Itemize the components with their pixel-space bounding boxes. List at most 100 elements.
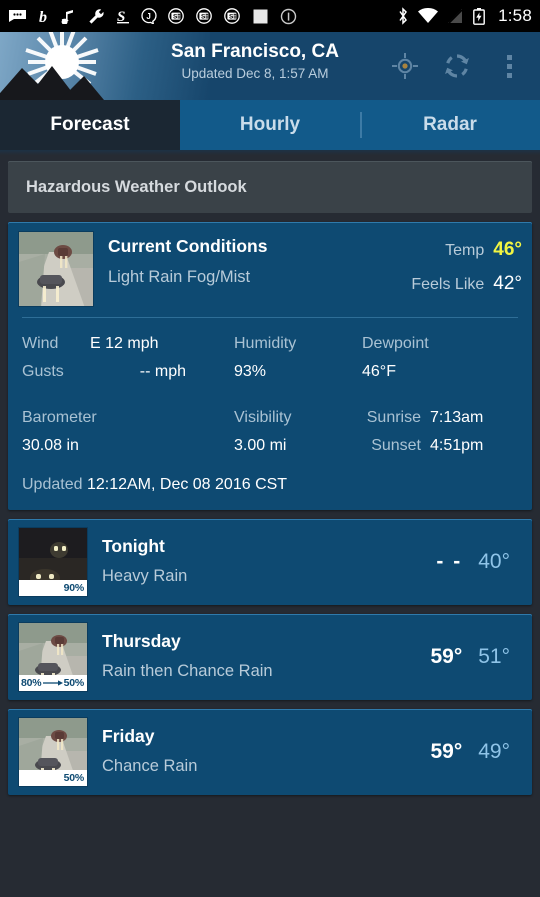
app-screen: b S J S S S 1:58 San Francisco, CA Updat… bbox=[0, 0, 540, 897]
updated-value: 12:12AM, Dec 08 2016 CST bbox=[86, 476, 288, 493]
s-card-icon: S bbox=[196, 8, 212, 24]
sunrise-label: Sunrise bbox=[366, 409, 421, 426]
refresh-icon[interactable] bbox=[442, 51, 472, 81]
current-conditions-title: Current Conditions bbox=[108, 236, 268, 256]
s-card-icon: S bbox=[168, 8, 184, 24]
gusts-value: -- mph bbox=[139, 363, 186, 380]
forecast-day: Thursday bbox=[102, 631, 181, 651]
current-conditions-temps: Temp 46° Feels Like 42° bbox=[411, 231, 522, 303]
barometer-label: Barometer bbox=[22, 409, 97, 426]
tab-bar: Forecast Hourly Radar bbox=[0, 100, 540, 150]
temp-label: Temp bbox=[445, 242, 485, 259]
header-title-block: San Francisco, CA Updated Dec 8, 1:57 AM bbox=[140, 40, 370, 83]
humidity-value: 93% bbox=[234, 363, 267, 380]
barometer-value: 30.08 in bbox=[22, 437, 79, 454]
humidity-group: Humidity 93% bbox=[234, 330, 362, 386]
sunrise-value: 7:13am bbox=[430, 409, 484, 426]
forecast-high: 59° bbox=[430, 645, 463, 668]
info-circle-icon bbox=[280, 8, 297, 24]
wifi-icon bbox=[418, 8, 439, 23]
precip-badge: 90% bbox=[19, 580, 87, 596]
b-app-icon: b bbox=[39, 9, 47, 24]
current-conditions-description: Light Rain Fog/Mist bbox=[108, 268, 251, 286]
forecast-temps: 59° 51° bbox=[430, 645, 522, 669]
hazardous-weather-outlook-card[interactable]: Hazardous Weather Outlook bbox=[8, 161, 532, 213]
barometer-group: Barometer 30.08 in bbox=[22, 404, 234, 460]
updated-row: Updated 12:12AM, Dec 08 2016 CST bbox=[18, 460, 522, 500]
forecast-thumbnail: 50% bbox=[18, 717, 88, 787]
signal-icon bbox=[448, 9, 463, 24]
forecast-text: Friday Chance Rain bbox=[88, 722, 430, 782]
hazard-label: Hazardous Weather Outlook bbox=[26, 177, 247, 196]
forecast-row-tonight[interactable]: 90% Tonight Heavy Rain - - 40° bbox=[8, 519, 532, 605]
svg-text:S: S bbox=[117, 9, 125, 24]
visibility-value: 3.00 mi bbox=[234, 437, 287, 454]
forecast-description: Heavy Rain bbox=[102, 567, 188, 585]
current-conditions-thumbnail bbox=[18, 231, 94, 307]
forecast-content: Hazardous Weather Outlook Current Condit… bbox=[0, 155, 540, 897]
square-app-icon bbox=[253, 9, 268, 23]
precip-start: 80% bbox=[21, 677, 42, 689]
j-chat-icon: J bbox=[141, 8, 157, 24]
humidity-label: Humidity bbox=[234, 335, 297, 352]
forecast-low: 40° bbox=[478, 550, 510, 573]
messages-icon bbox=[9, 10, 26, 22]
forecast-thumbnail: 80% 50% bbox=[18, 622, 88, 692]
tab-forecast[interactable]: Forecast bbox=[0, 100, 180, 150]
status-bar-notifications: b S J S S S bbox=[8, 8, 397, 25]
forecast-low: 51° bbox=[478, 645, 510, 668]
app-header: San Francisco, CA Updated Dec 8, 1:57 AM bbox=[0, 32, 540, 100]
current-conditions-text: Current Conditions Light Rain Fog/Mist bbox=[94, 231, 411, 295]
forecast-low: 49° bbox=[478, 740, 510, 763]
precip-end: 50% bbox=[63, 677, 85, 689]
forecast-thumbnail: 90% bbox=[18, 527, 88, 597]
wind-group: Wind Gusts E 12 mph -- mph bbox=[22, 330, 234, 386]
forecast-high: 59° bbox=[430, 740, 463, 763]
s-card-icon: S bbox=[224, 8, 240, 24]
forecast-text: Tonight Heavy Rain bbox=[88, 532, 436, 592]
svg-text:b: b bbox=[39, 9, 47, 24]
wrench-icon bbox=[89, 8, 104, 24]
page-title: San Francisco, CA bbox=[171, 41, 339, 62]
wind-label: Wind bbox=[22, 335, 59, 352]
arrow-right-icon bbox=[41, 679, 63, 687]
updated-label: Updated bbox=[22, 476, 83, 493]
precip-badge-range: 80% 50% bbox=[19, 675, 87, 691]
forecast-day: Friday bbox=[102, 726, 155, 746]
feels-like-label: Feels Like bbox=[411, 276, 485, 293]
bluetooth-icon bbox=[399, 7, 408, 25]
current-conditions-card[interactable]: Current Conditions Light Rain Fog/Mist T… bbox=[8, 222, 532, 510]
forecast-day: Tonight bbox=[102, 536, 165, 556]
feels-like-row: Feels Like 42° bbox=[411, 266, 522, 303]
header-actions bbox=[390, 32, 534, 100]
sun-group: Sunrise Sunset 7:13am 4:51pm bbox=[344, 404, 484, 460]
status-bar-clock: 1:58 bbox=[498, 6, 532, 25]
tab-hourly[interactable]: Hourly bbox=[180, 100, 360, 150]
feels-like-value: 42° bbox=[493, 273, 522, 294]
forecast-description: Chance Rain bbox=[102, 757, 198, 775]
battery-charging-icon bbox=[473, 7, 486, 25]
sunset-value: 4:51pm bbox=[430, 437, 484, 454]
dewpoint-label: Dewpoint bbox=[362, 335, 429, 352]
temp-row: Temp 46° bbox=[411, 235, 522, 266]
status-bar-system: 1:58 bbox=[397, 6, 532, 26]
forecast-row-thursday[interactable]: 80% 50% Thursday Rain then Chance Rain 5… bbox=[8, 614, 532, 700]
forecast-text: Thursday Rain then Chance Rain bbox=[88, 627, 430, 687]
forecast-row-friday[interactable]: 50% Friday Chance Rain 59° 49° bbox=[8, 709, 532, 795]
current-details-row-1: Wind Gusts E 12 mph -- mph Humidity 93% … bbox=[18, 320, 522, 386]
card-divider bbox=[22, 317, 518, 318]
visibility-label: Visibility bbox=[234, 409, 292, 426]
current-conditions-summary: Current Conditions Light Rain Fog/Mist T… bbox=[18, 231, 522, 307]
header-subtitle: Updated Dec 8, 1:57 AM bbox=[181, 66, 329, 81]
overflow-menu-icon[interactable] bbox=[494, 51, 524, 81]
forecast-description: Rain then Chance Rain bbox=[102, 662, 273, 680]
svg-text:J: J bbox=[146, 12, 150, 21]
svg-text:S: S bbox=[173, 14, 178, 21]
tab-radar[interactable]: Radar bbox=[360, 100, 540, 150]
sunset-label: Sunset bbox=[371, 437, 421, 454]
dewpoint-group: Dewpoint 46°F bbox=[362, 330, 429, 386]
my-location-icon[interactable] bbox=[390, 51, 420, 81]
dewpoint-value: 46°F bbox=[362, 363, 396, 380]
forecast-high: - - bbox=[436, 550, 463, 573]
gusts-label: Gusts bbox=[22, 363, 64, 380]
